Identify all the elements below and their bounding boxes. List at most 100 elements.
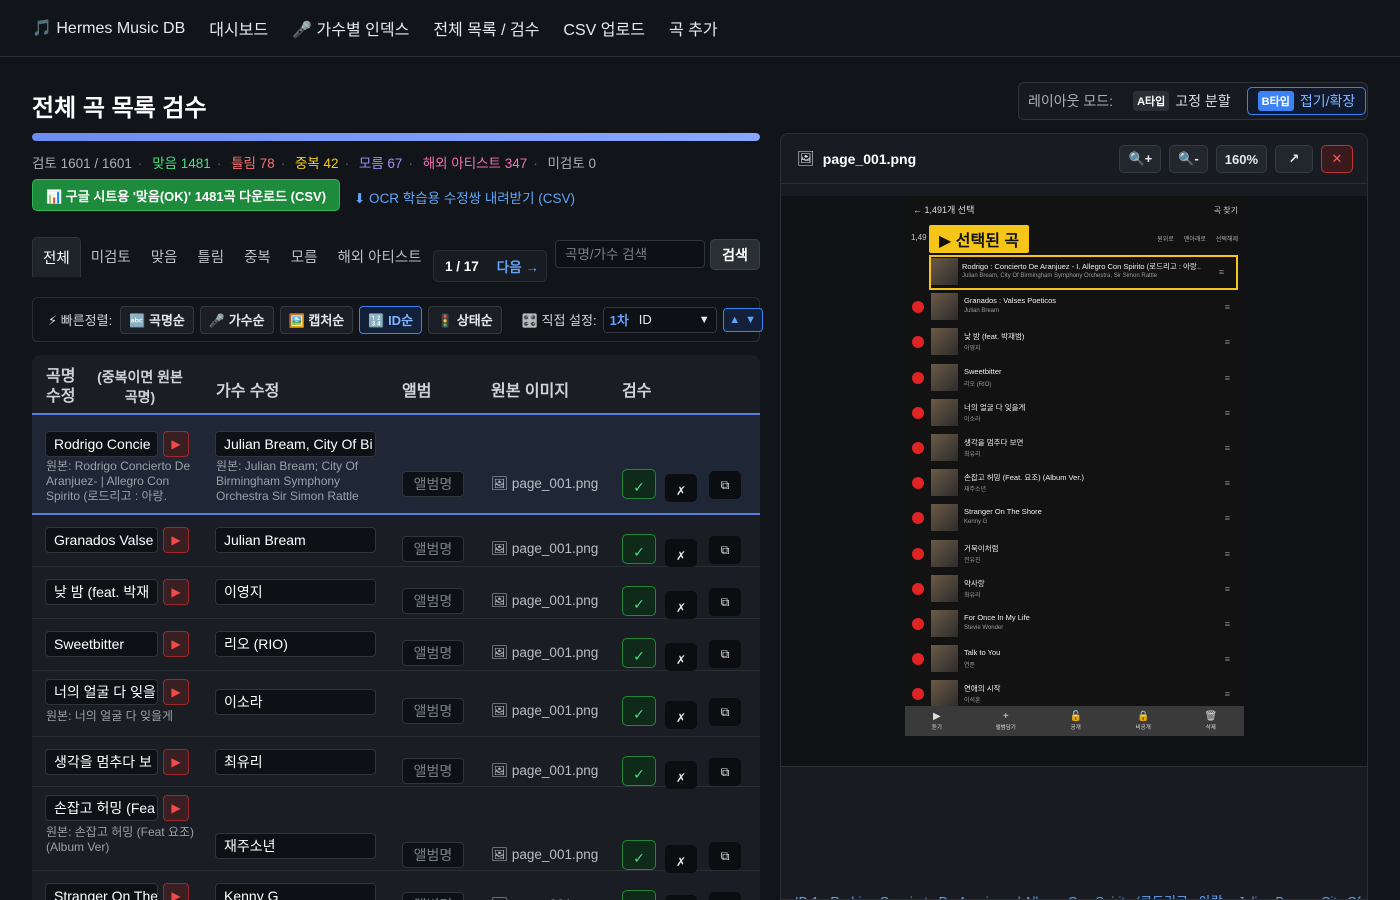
- zoom-level[interactable]: 160%: [1215, 145, 1267, 173]
- tab-ok[interactable]: 맞음: [141, 237, 188, 277]
- layout-mode-a-button[interactable]: A타입 고정 분할: [1133, 91, 1231, 111]
- duplicate-button[interactable]: ⧉: [709, 536, 741, 564]
- duplicate-button[interactable]: ⧉: [709, 640, 741, 668]
- duplicate-button[interactable]: ⧉: [709, 698, 741, 726]
- nav-artist-index[interactable]: 🎤 가수별 인덱스: [292, 16, 409, 40]
- sort-by-capture-button[interactable]: 🖼️ 캡처순: [279, 305, 354, 334]
- mark-wrong-button[interactable]: ✗: [665, 895, 697, 900]
- album-input[interactable]: 앨범명: [402, 471, 464, 497]
- duplicate-button[interactable]: ⧉: [709, 758, 741, 786]
- mark-ok-button[interactable]: ✓: [622, 840, 656, 870]
- mark-ok-button[interactable]: ✓: [622, 638, 656, 668]
- mark-ok-button[interactable]: ✓: [622, 696, 656, 726]
- duplicate-button[interactable]: ⧉: [709, 842, 741, 870]
- title-input[interactable]: Granados Valse: [45, 527, 158, 553]
- mark-ok-button[interactable]: ✓: [622, 469, 656, 499]
- source-image-link[interactable]: 🖼 page_001.png: [491, 763, 598, 779]
- nav-dashboard[interactable]: 대시보드: [209, 16, 268, 40]
- ocr-pairs-download-link[interactable]: ⬇ OCR 학습용 수정쌍 내려받기 (CSV): [354, 187, 575, 207]
- mark-wrong-button[interactable]: ✗: [665, 539, 697, 567]
- mark-wrong-button[interactable]: ✗: [665, 643, 697, 671]
- artist-input[interactable]: Julian Bream, City Of Bi: [215, 431, 376, 457]
- tab-all[interactable]: 전체: [32, 237, 81, 277]
- sort-direction-select[interactable]: ▲ ▼: [722, 307, 763, 332]
- play-button[interactable]: ▶: [163, 631, 189, 657]
- album-input[interactable]: 앨범명: [402, 698, 464, 724]
- source-image-link[interactable]: 🖼 page_001.png: [491, 476, 598, 492]
- zoom-in-button[interactable]: 🔍+: [1119, 145, 1162, 173]
- table-row[interactable]: 너의 얼굴 다 잊을 ▶ 원본: 너의 얼굴 다 잊을게 이소라 앨범명 🖼 page_0…: [32, 671, 760, 737]
- duplicate-button[interactable]: ⧉: [709, 588, 741, 616]
- title-input[interactable]: Rodrigo Concie: [45, 431, 158, 457]
- nav-csv-upload[interactable]: CSV 업로드: [563, 16, 645, 40]
- album-input[interactable]: 앨범명: [402, 758, 464, 784]
- title-input[interactable]: 낮 밤 (feat. 박재: [45, 579, 158, 605]
- preview-canvas[interactable]: ← 1,491개 선택 곡 찾기 1,49 원위로 맨아래로 선택해제 ▶ 선택…: [781, 196, 1367, 766]
- table-row[interactable]: Granados Valse ▶ Julian Bream 앨범명 🖼 page_001…: [32, 515, 760, 567]
- play-button[interactable]: ▶: [163, 579, 189, 605]
- table-row[interactable]: Sweetbitter ▶ 리오 (RIO) 앨범명 🖼 page_001.png ✓ ✗ ⧉: [32, 619, 760, 671]
- search-button[interactable]: 검색: [710, 239, 760, 270]
- source-image-link[interactable]: 🖼 page_001.png: [491, 541, 598, 557]
- tab-wrong[interactable]: 틀림: [187, 237, 234, 277]
- tab-unknown[interactable]: 모름: [281, 237, 328, 277]
- sort-by-status-button[interactable]: 🚦 상태순: [428, 305, 502, 334]
- download-ok-csv-button[interactable]: 📊 구글 시트용 '맞음(OK)' 1481곡 다운로드 (CSV): [32, 179, 341, 211]
- title-input[interactable]: Stranger On The: [45, 883, 158, 900]
- open-external-button[interactable]: ↗: [1275, 145, 1313, 173]
- nav-add-song[interactable]: 곡 추가: [669, 16, 718, 40]
- album-input[interactable]: 앨범명: [402, 536, 464, 562]
- search-input[interactable]: [555, 240, 705, 268]
- table-row[interactable]: 생각을 멈추다 보 ▶ 최유리 앨범명 🖼 page_001.png ✓ ✗ ⧉: [32, 737, 760, 789]
- zoom-out-button[interactable]: 🔍-: [1169, 145, 1208, 173]
- album-input[interactable]: 앨범명: [402, 640, 464, 666]
- source-image-link[interactable]: 🖼 page_001.png: [491, 645, 598, 661]
- sort-by-title-button[interactable]: 🔤 곡명순: [120, 305, 194, 334]
- album-input[interactable]: 앨범명: [402, 892, 464, 900]
- play-button[interactable]: ▶: [163, 883, 189, 900]
- play-button[interactable]: ▶: [163, 679, 189, 705]
- mark-wrong-button[interactable]: ✗: [665, 701, 697, 729]
- artist-input[interactable]: 최유리: [215, 749, 376, 775]
- tab-overseas[interactable]: 해외 아티스트: [327, 237, 431, 277]
- mark-ok-button[interactable]: ✓: [622, 586, 656, 616]
- mark-wrong-button[interactable]: ✗: [665, 845, 697, 873]
- artist-input[interactable]: 이영지: [215, 579, 376, 605]
- source-image-link[interactable]: 🖼 page_001.png: [491, 847, 598, 863]
- mark-wrong-button[interactable]: ✗: [665, 474, 697, 502]
- title-input[interactable]: 생각을 멈추다 보: [45, 749, 158, 775]
- next-page-button[interactable]: 다음 →: [497, 256, 539, 276]
- table-row[interactable]: 손잡고 허밍 (Fea ▶ 원본: 손잡고 허밍 (Feat 요조) (Album …: [32, 787, 760, 873]
- artist-input[interactable]: Julian Bream: [215, 527, 376, 553]
- title-input[interactable]: Sweetbitter: [45, 631, 158, 657]
- play-button[interactable]: ▶: [163, 795, 189, 821]
- sort-by-id-button[interactable]: 🔢 ID순: [359, 305, 423, 334]
- duplicate-button[interactable]: ⧉: [709, 471, 741, 499]
- sort-key-select[interactable]: 1차 ID ▼: [602, 306, 717, 333]
- mark-ok-button[interactable]: ✓: [622, 890, 656, 900]
- close-preview-button[interactable]: ✕: [1321, 145, 1353, 173]
- mark-wrong-button[interactable]: ✗: [665, 761, 697, 789]
- artist-input[interactable]: 리오 (RIO): [215, 631, 376, 657]
- album-input[interactable]: 앨범명: [402, 588, 464, 614]
- album-input[interactable]: 앨범명: [402, 842, 464, 868]
- duplicate-button[interactable]: ⧉: [709, 892, 741, 900]
- table-row[interactable]: Stranger On The▶Kenny G앨범명🖼 page_001.png…: [32, 871, 760, 900]
- tab-unreviewed[interactable]: 미검토: [81, 237, 141, 277]
- source-image-link[interactable]: 🖼 page_001.png: [491, 703, 598, 719]
- mark-wrong-button[interactable]: ✗: [665, 591, 697, 619]
- play-button[interactable]: ▶: [163, 527, 189, 553]
- table-row[interactable]: 낮 밤 (feat. 박재 ▶ 이영지 앨범명 🖼 page_001.png ✓ ✗ ⧉: [32, 567, 760, 619]
- nav-full-list[interactable]: 전체 목록 / 검수: [433, 16, 539, 40]
- table-row[interactable]: Rodrigo Concie ▶ 원본: Rodrigo Concierto De …: [32, 415, 760, 515]
- play-button[interactable]: ▶: [163, 749, 189, 775]
- sort-by-artist-button[interactable]: 🎤 가수순: [199, 305, 274, 334]
- artist-input[interactable]: Kenny G: [215, 883, 376, 900]
- artist-input[interactable]: 재주소년: [215, 833, 376, 859]
- title-input[interactable]: 손잡고 허밍 (Fea: [45, 795, 158, 821]
- brand-link[interactable]: 🎵 Hermes Music DB: [32, 18, 185, 38]
- play-button[interactable]: ▶: [163, 431, 189, 457]
- title-input[interactable]: 너의 얼굴 다 잊을: [45, 679, 158, 705]
- source-image-link[interactable]: 🖼 page_001.png: [491, 593, 598, 609]
- tab-duplicate[interactable]: 중복: [234, 237, 281, 277]
